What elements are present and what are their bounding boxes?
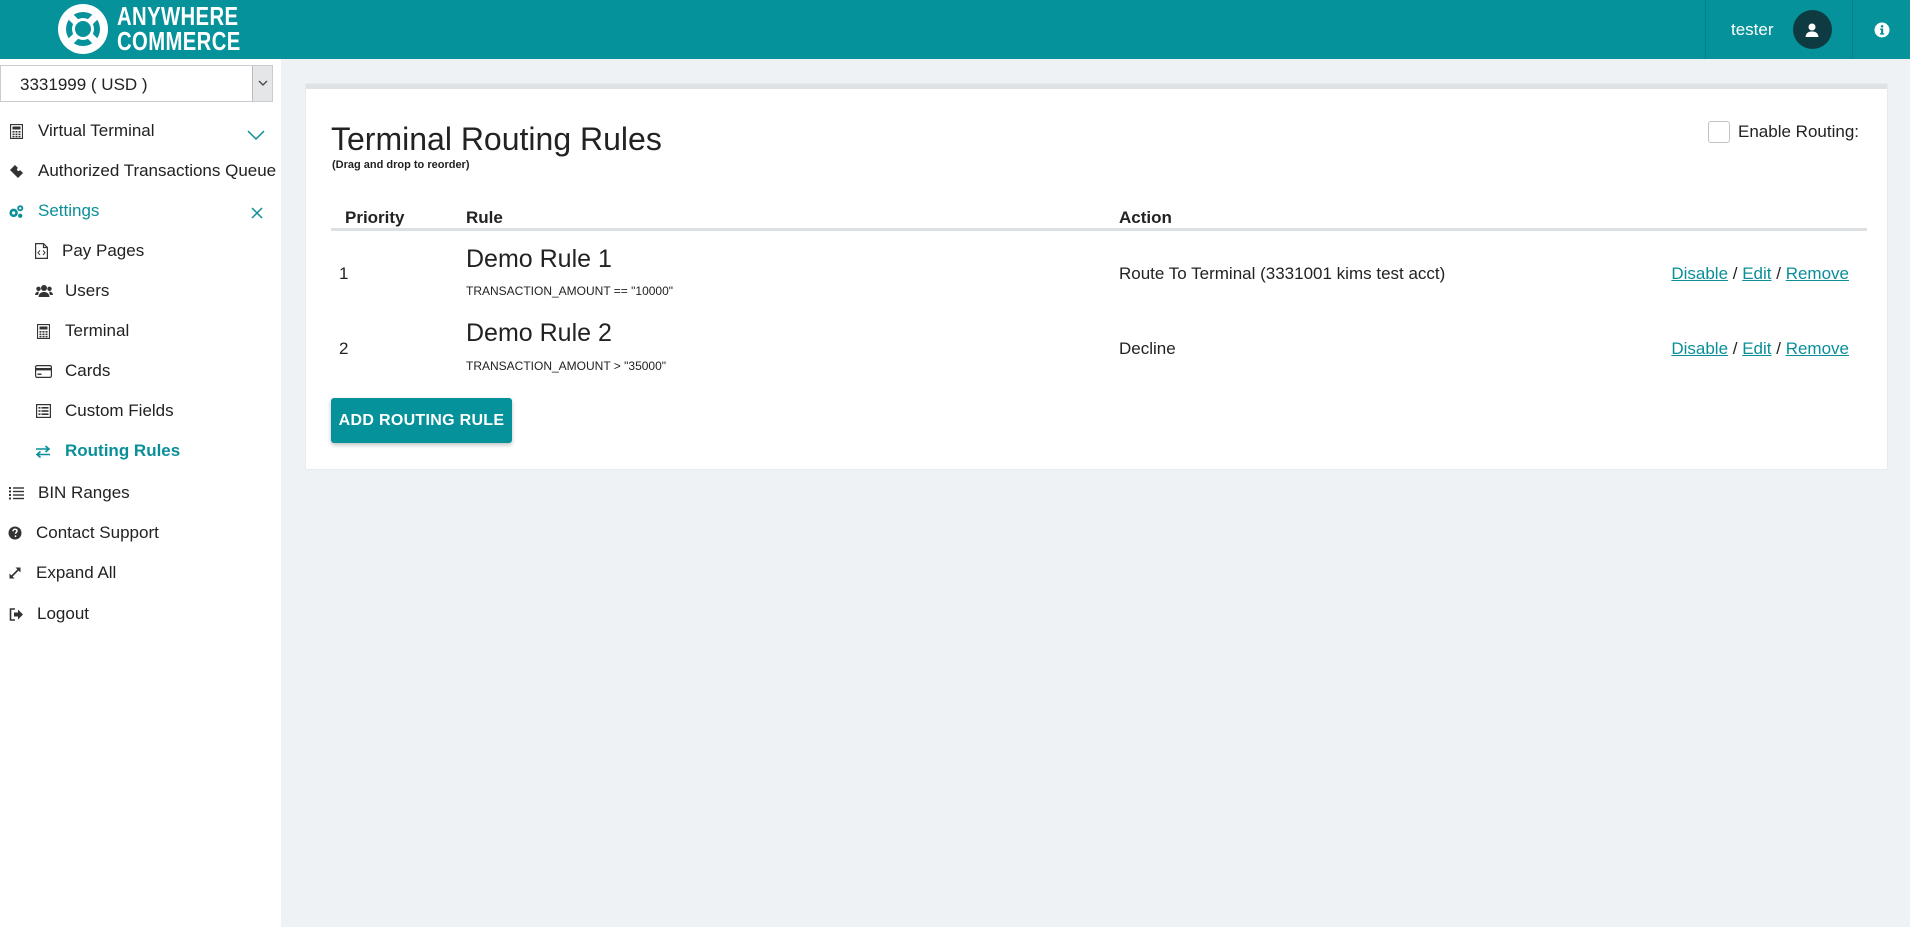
page-title: Terminal Routing Rules [331, 121, 662, 157]
sidebar-item-pay-pages[interactable]: Pay Pages [0, 233, 281, 269]
sidebar-item-logout[interactable]: Logout [0, 596, 281, 632]
credit-card-icon [34, 363, 52, 379]
column-header-action: Action [1119, 208, 1172, 227]
top-navbar: ANYWHERE COMMERCE tester [0, 0, 1910, 59]
sidebar-item-contact-support[interactable]: Contact Support [0, 515, 281, 551]
sidebar-item-users[interactable]: Users [0, 273, 281, 309]
sidebar: 3331999 ( USD ) Virtual Terminal Authori… [0, 59, 281, 927]
routing-rules-card: Terminal Routing Rules (Drag and drop to… [306, 84, 1887, 469]
sidebar-item-label: Users [65, 281, 110, 300]
rule-expression: TRANSACTION_AMOUNT > "35000" [466, 359, 667, 373]
sidebar-item-label: Contact Support [36, 523, 159, 542]
disable-link[interactable]: Disable [1671, 264, 1728, 283]
rule-name: Demo Rule 1 [466, 245, 612, 273]
list-alt-icon [35, 403, 51, 419]
gears-icon [8, 203, 24, 219]
sidebar-item-label: BIN Ranges [38, 483, 130, 502]
sidebar-item-label: Terminal [65, 321, 130, 340]
sidebar-item-label: Authorized Transactions Queue [38, 161, 277, 180]
page-subtitle: (Drag and drop to reorder) [332, 159, 470, 171]
username: tester [1731, 19, 1774, 39]
rule-priority: 2 [339, 339, 349, 358]
close-icon[interactable] [251, 204, 263, 224]
rule-expression: TRANSACTION_AMOUNT == "10000" [466, 284, 674, 298]
row-actions: Disable / Edit / Remove [1671, 339, 1849, 358]
brand-name: ANYWHERE COMMERCE [117, 1, 241, 56]
sidebar-item-routing-rules[interactable]: Routing Rules [0, 433, 281, 469]
sidebar-item-label: Virtual Terminal [38, 121, 155, 140]
sidebar-item-authorized-transactions-queue[interactable]: Authorized Transactions Queue [0, 153, 281, 189]
sidebar-item-label: Custom Fields [65, 401, 174, 420]
calculator-icon [8, 123, 24, 139]
sidebar-item-virtual-terminal[interactable]: Virtual Terminal [0, 113, 281, 149]
add-routing-rule-button[interactable]: ADD ROUTING RULE [331, 398, 512, 443]
sidebar-item-label: Pay Pages [62, 241, 145, 260]
file-code-icon [33, 243, 49, 259]
logo-icon [58, 4, 108, 54]
rule-name: Demo Rule 2 [466, 319, 612, 347]
account-select-value: 3331999 ( USD ) [20, 75, 148, 94]
sidebar-item-label: Settings [38, 201, 100, 220]
users-icon [35, 283, 53, 299]
table-row[interactable]: 2 Demo Rule 2 TRANSACTION_AMOUNT > "3500… [331, 308, 1867, 382]
sidebar-item-bin-ranges[interactable]: BIN Ranges [0, 475, 281, 511]
calculator-icon [35, 323, 51, 339]
row-actions: Disable / Edit / Remove [1671, 264, 1849, 283]
enable-routing-label: Enable Routing: [1738, 122, 1859, 141]
edit-link[interactable]: Edit [1742, 339, 1771, 358]
chevron-down-icon[interactable] [247, 125, 265, 145]
remove-link[interactable]: Remove [1786, 264, 1849, 283]
sidebar-item-expand-all[interactable]: Expand All [0, 555, 281, 591]
account-select[interactable]: 3331999 ( USD ) [0, 65, 273, 102]
enable-routing-toggle[interactable]: Enable Routing: [1708, 121, 1859, 143]
column-header-rule: Rule [466, 208, 503, 227]
user-avatar-icon[interactable] [1792, 10, 1832, 49]
table-row[interactable]: 1 Demo Rule 1 TRANSACTION_AMOUNT == "100… [331, 234, 1867, 308]
expand-icon [7, 565, 23, 581]
remove-link[interactable]: Remove [1786, 339, 1849, 358]
sidebar-item-label: Expand All [36, 563, 117, 582]
rule-action: Decline [1119, 339, 1176, 358]
column-header-priority: Priority [345, 208, 405, 227]
brand-logo[interactable]: ANYWHERE COMMERCE [57, 1, 276, 57]
list-icon [8, 485, 24, 501]
info-icon[interactable] [1853, 0, 1910, 59]
edit-link[interactable]: Edit [1742, 264, 1771, 283]
rule-priority: 1 [339, 264, 349, 283]
disable-link[interactable]: Disable [1671, 339, 1728, 358]
sidebar-item-cards[interactable]: Cards [0, 353, 281, 389]
sign-out-icon [8, 606, 24, 622]
sidebar-item-label: Routing Rules [65, 441, 181, 460]
question-circle-icon [7, 525, 23, 541]
enable-routing-checkbox[interactable] [1708, 121, 1731, 143]
chevron-down-icon[interactable] [252, 66, 272, 101]
sidebar-item-custom-fields[interactable]: Custom Fields [0, 393, 281, 429]
sidebar-item-settings[interactable]: Settings [0, 193, 281, 229]
sidebar-item-terminal[interactable]: Terminal [0, 313, 281, 349]
ticket-icon [8, 163, 24, 179]
user-menu[interactable]: tester [1705, 0, 1853, 59]
rule-action: Route To Terminal (3331001 kims test acc… [1119, 264, 1446, 283]
sidebar-item-label: Logout [37, 604, 89, 623]
rules-table-header: Priority Rule Action [331, 198, 1867, 231]
exchange-icon [35, 443, 51, 459]
sidebar-item-label: Cards [65, 361, 111, 380]
